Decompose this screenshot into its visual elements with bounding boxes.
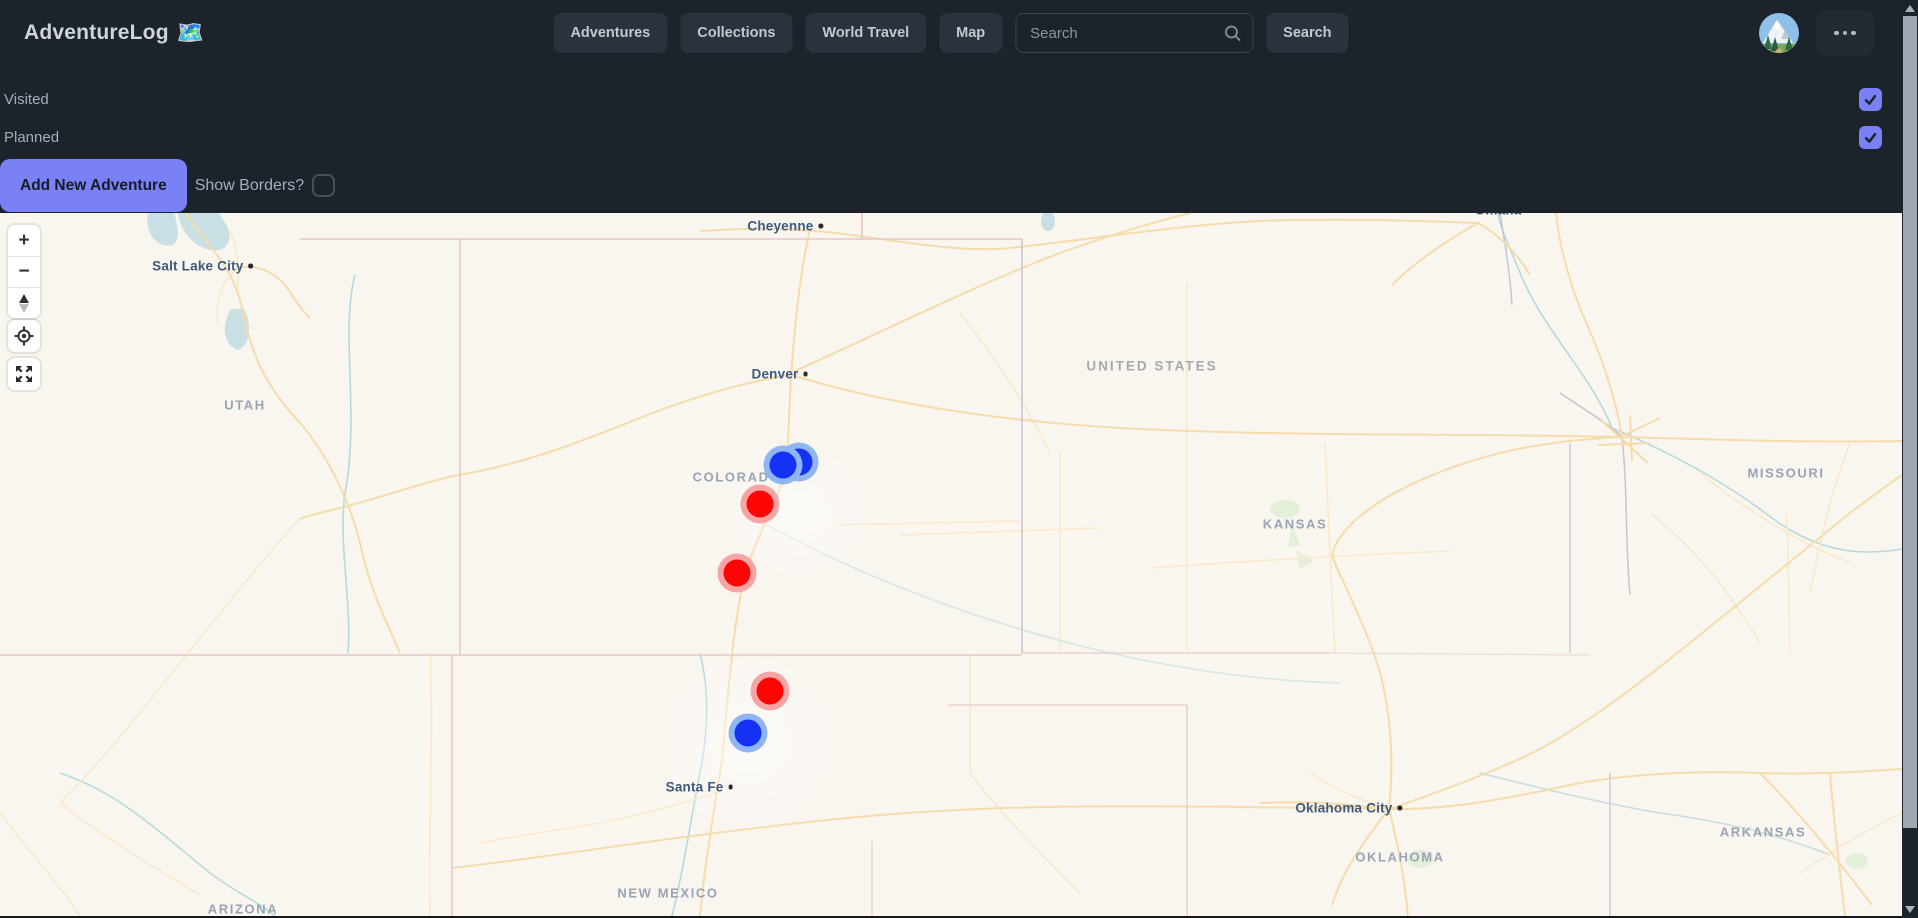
scrollbar-thumb[interactable] (1903, 16, 1917, 828)
nav-links: Adventures Collections World Travel Map (553, 13, 1002, 53)
search-wrap (1015, 13, 1253, 53)
scrollbar-down-arrow[interactable] (1905, 906, 1915, 913)
map-canvas[interactable]: UTAH COLORADO KANSAS MISSOURI NEW MEXICO OKLA… (0, 213, 1902, 916)
fullscreen-icon (14, 364, 34, 384)
city-name: Santa Fe (666, 780, 724, 795)
avatar[interactable] (1759, 13, 1799, 53)
filter-panel: Visited Planned Add New Adventure Show Bo… (0, 66, 1902, 213)
country-label: UNITED STATES (1086, 359, 1217, 374)
nav-right (1759, 10, 1888, 56)
city-label-denver: Denver (752, 367, 808, 382)
show-borders-checkbox[interactable] (312, 174, 335, 197)
city-label-cheyenne: Cheyenne (747, 219, 823, 234)
adventure-marker-red[interactable] (724, 560, 751, 587)
filter-label-visited: Visited (4, 91, 49, 108)
state-label-new-mexico: NEW MEXICO (617, 886, 718, 901)
state-label-arkansas: ARKANSAS (1720, 825, 1806, 840)
map-zoom-controls: + − (8, 225, 40, 318)
app-title: AdventureLog (24, 21, 169, 45)
adventure-marker-blue[interactable] (735, 720, 762, 747)
city-dot-icon (249, 264, 254, 269)
city-name: Oklahoma City (1295, 801, 1392, 816)
compass-needle-icon (19, 294, 29, 313)
city-name: Salt Lake City (152, 259, 243, 274)
nav-link-world-travel[interactable]: World Travel (805, 13, 926, 53)
filter-label-planned: Planned (4, 129, 59, 146)
nav-center: Adventures Collections World Travel Map Sea… (553, 13, 1348, 53)
zoom-in-button[interactable]: + (8, 225, 40, 256)
city-dot-icon (729, 785, 734, 790)
compass-reset-button[interactable] (8, 287, 40, 318)
state-label-arizona: ARIZONA (208, 902, 278, 917)
planned-checkbox[interactable] (1859, 126, 1882, 149)
zoom-out-button[interactable]: − (8, 256, 40, 287)
navbar: AdventureLog 🗺️ Adventures Collections Wor… (0, 0, 1902, 66)
map-terrain-art (0, 213, 1902, 916)
city-dot-icon (804, 372, 809, 377)
state-label-oklahoma: OKLAHOMA (1355, 850, 1444, 865)
adventure-marker-blue[interactable] (770, 452, 797, 479)
show-borders-label: Show Borders? (195, 177, 304, 195)
add-new-adventure-button[interactable]: Add New Adventure (0, 159, 187, 212)
city-dot-icon (819, 224, 824, 229)
search-input[interactable] (1015, 13, 1253, 53)
city-label-salt-lake-city: Salt Lake City (152, 259, 253, 274)
adventure-marker-red[interactable] (757, 678, 784, 705)
avatar-mountain-image (1759, 13, 1799, 53)
geolocate-button[interactable] (8, 320, 40, 352)
city-name: Denver (752, 367, 799, 382)
visited-checkbox[interactable] (1859, 88, 1882, 111)
city-dot-icon (1398, 806, 1403, 811)
city-name: Cheyenne (747, 219, 813, 234)
add-row: Add New Adventure Show Borders? (0, 158, 335, 213)
fullscreen-button[interactable] (8, 358, 40, 390)
adventure-marker-red[interactable] (747, 491, 774, 518)
nav-link-collections[interactable]: Collections (680, 13, 792, 53)
app-logo[interactable]: AdventureLog 🗺️ (24, 20, 204, 46)
dot-icon (1843, 31, 1848, 36)
city-name: Omaha (1475, 213, 1522, 218)
city-label-santa-fe: Santa Fe (666, 780, 733, 795)
filter-row-planned: Planned (0, 126, 1902, 154)
state-label-missouri: MISSOURI (1747, 466, 1824, 481)
state-label-kansas: KANSAS (1263, 517, 1328, 532)
filter-row-visited: Visited (0, 88, 1902, 116)
city-label-oklahoma-city: Oklahoma City (1295, 801, 1402, 816)
dot-icon (1834, 31, 1839, 36)
world-map-icon: 🗺️ (177, 20, 205, 46)
nav-link-map[interactable]: Map (939, 13, 1002, 53)
page-scrollbar[interactable] (1902, 0, 1918, 918)
search-button[interactable]: Search (1266, 13, 1348, 53)
city-label-omaha: Omaha (1475, 213, 1531, 218)
state-label-colorado: COLORADO (693, 470, 782, 485)
nav-link-adventures[interactable]: Adventures (553, 13, 667, 53)
scrollbar-up-arrow[interactable] (1905, 5, 1915, 12)
geolocate-icon (14, 326, 34, 346)
search-icon (1222, 23, 1242, 43)
dot-icon (1851, 31, 1856, 36)
state-label-utah: UTAH (224, 398, 266, 413)
overflow-menu-button[interactable] (1816, 10, 1874, 56)
